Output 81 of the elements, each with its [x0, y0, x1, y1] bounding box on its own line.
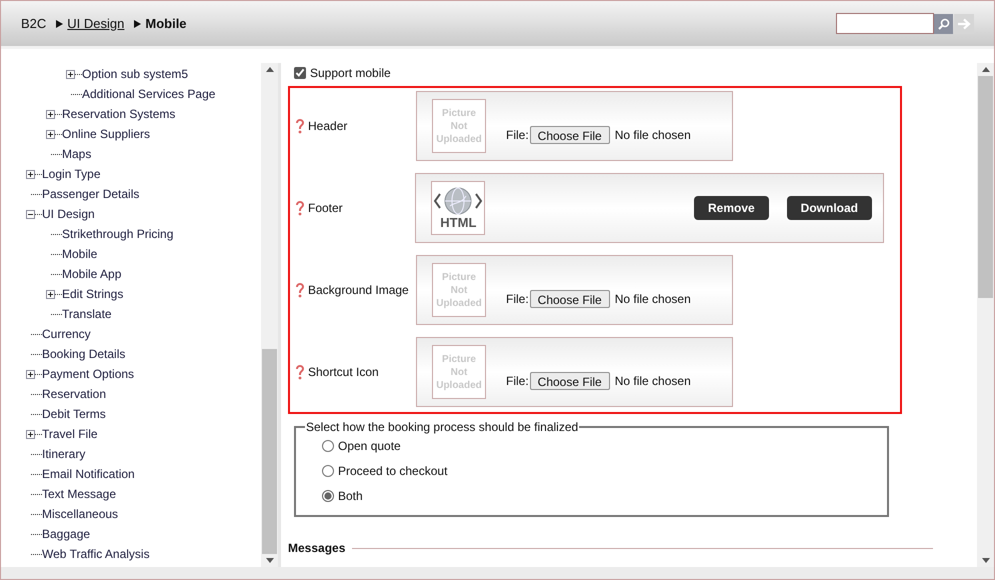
expand-icon[interactable] — [26, 430, 35, 438]
tree-item[interactable]: Maps — [62, 145, 92, 163]
choose-file-button[interactable]: Choose File — [530, 290, 610, 308]
separator-arrow-icon — [134, 20, 142, 28]
tree-item[interactable]: Email Notification — [42, 465, 135, 483]
help-icon[interactable] — [295, 364, 305, 380]
checkbox[interactable] — [294, 67, 306, 79]
file-status: No file chosen — [614, 291, 691, 308]
expand-icon[interactable] — [66, 70, 75, 78]
file-label: File: — [506, 127, 529, 144]
radio-button[interactable] — [322, 440, 334, 452]
scrollbar-thumb[interactable] — [978, 76, 993, 298]
tree-item[interactable]: Baggage — [42, 525, 90, 543]
choose-file-button[interactable]: Choose File — [530, 372, 610, 390]
field-label: Shortcut Icon — [308, 364, 379, 381]
radio-label: Both — [338, 488, 363, 504]
tree-item[interactable]: Miscellaneous — [42, 505, 118, 523]
scroll-down-icon[interactable] — [982, 558, 990, 563]
expand-icon[interactable] — [46, 290, 55, 298]
group-legend: Select how the booking process should be finalized — [305, 418, 580, 436]
file-status: No file chosen — [614, 127, 691, 144]
tree-item[interactable]: Payment Options — [42, 365, 134, 383]
globe-code-icon — [433, 186, 484, 216]
tree-item[interactable]: Strikethrough Pricing — [62, 225, 174, 243]
expand-icon[interactable] — [26, 370, 35, 378]
radio-button[interactable] — [322, 490, 334, 502]
scroll-up-icon[interactable] — [266, 67, 274, 72]
file-status: No file chosen — [614, 373, 691, 390]
expand-icon[interactable] — [26, 170, 35, 178]
breadcrumb-item[interactable]: B2C — [21, 14, 46, 34]
scrollbar[interactable] — [977, 63, 994, 567]
tree-item[interactable]: Travel File — [42, 425, 98, 443]
collapse-icon[interactable] — [26, 210, 35, 218]
radio-label: Proceed to checkout — [338, 462, 448, 480]
section-heading: Messages — [288, 540, 346, 557]
search-field[interactable] — [836, 13, 934, 34]
tree-item[interactable]: Mobile — [62, 245, 98, 263]
tree-item[interactable]: Itinerary — [42, 445, 86, 463]
tree-item[interactable]: Login Type — [42, 165, 100, 183]
field-label: Header — [308, 118, 348, 135]
tree-item[interactable]: Translate — [62, 305, 112, 323]
tree-item[interactable]: Reservation Systems — [62, 105, 176, 123]
file-label: File: — [506, 291, 529, 308]
download-button[interactable]: Download — [786, 196, 872, 220]
file-label: File: — [506, 373, 529, 390]
current-page: Mobile — [145, 14, 187, 33]
scroll-up-icon[interactable] — [982, 67, 990, 72]
help-icon[interactable] — [295, 282, 305, 298]
tree-item[interactable]: Booking Details — [42, 345, 126, 363]
scrollbar[interactable] — [261, 63, 278, 567]
tree-item[interactable]: Currency — [42, 325, 91, 343]
tree-item[interactable]: Edit Strings — [62, 285, 124, 303]
search-button[interactable] — [934, 14, 953, 34]
checkbox-label: Support mobile — [310, 65, 391, 82]
search-icon — [938, 18, 950, 30]
field-label: Footer — [308, 200, 343, 217]
remove-button[interactable]: Remove — [694, 196, 769, 220]
tree-item[interactable]: Web Traffic Analysis — [42, 545, 150, 563]
tree-item[interactable]: Online Suppliers — [62, 125, 150, 143]
separator-arrow-icon — [56, 20, 64, 28]
tree-item[interactable]: UI Design — [42, 205, 95, 223]
help-icon[interactable] — [295, 200, 305, 216]
radio-label: Open quote — [338, 438, 401, 454]
radio-button[interactable] — [322, 464, 334, 476]
arrow-right-icon — [957, 18, 971, 30]
tree-item[interactable]: Reservation — [42, 385, 106, 403]
help-icon[interactable] — [295, 118, 305, 134]
tree-item[interactable]: Text Message — [42, 485, 116, 503]
breadcrumb-link[interactable]: UI Design — [67, 14, 124, 34]
scroll-down-icon[interactable] — [266, 558, 274, 563]
tree-item[interactable]: Debit Terms — [42, 405, 106, 423]
choose-file-button[interactable]: Choose File — [530, 126, 610, 144]
file-type-label: HTML — [440, 216, 476, 230]
tree-item[interactable]: Option sub system5 — [82, 65, 188, 83]
field-label: Background Image — [308, 282, 409, 299]
expand-icon[interactable] — [46, 130, 55, 138]
expand-icon[interactable] — [46, 110, 55, 118]
scrollbar-thumb[interactable] — [262, 349, 277, 554]
tree-item[interactable]: Passenger Details — [42, 185, 140, 203]
tree-item[interactable]: Additional Services Page — [82, 85, 216, 103]
tree-item[interactable]: Mobile App — [62, 265, 122, 283]
